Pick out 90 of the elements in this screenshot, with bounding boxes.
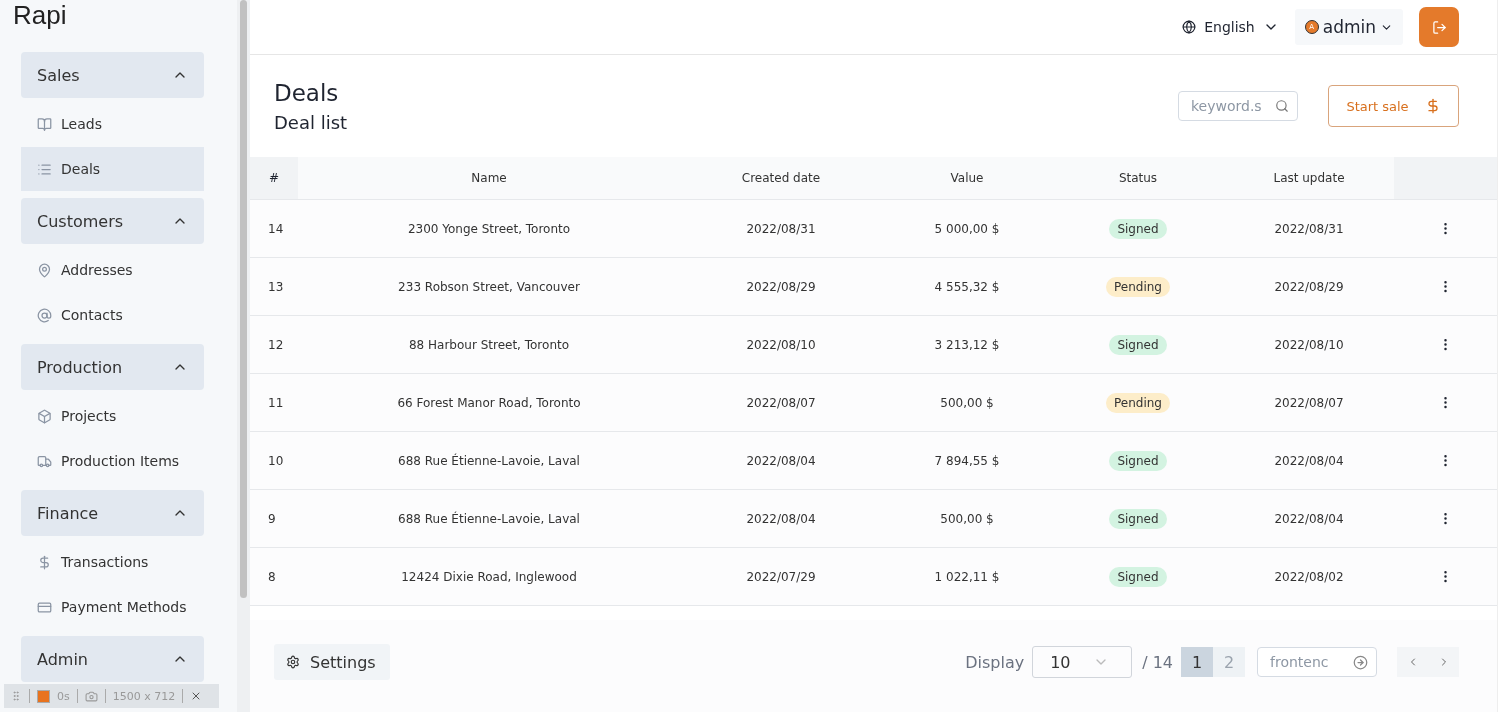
logout-button[interactable] (1419, 7, 1459, 47)
table-cell-text: 11 (267, 395, 285, 410)
table-cell-text: 2022/08/10 (745, 337, 817, 352)
sidebar-item[interactable]: Leads (21, 102, 204, 146)
table-cell-text: 7 894,55 $ (933, 453, 1001, 468)
status-badge: Signed (1109, 334, 1167, 355)
table-cell-text: 2022/08/07 (745, 395, 817, 410)
recording-size: 1500 x 712 (112, 689, 176, 703)
status-badge: Pending (1106, 392, 1170, 413)
sidebar-item[interactable]: Payment Methods (21, 585, 204, 629)
sidebar-item[interactable]: Addresses (21, 248, 204, 292)
truck-icon (37, 453, 52, 469)
table-cell-text: 500,00 $ (939, 395, 995, 410)
table-cell-text: 2022/08/04 (1273, 511, 1345, 526)
table-cell-text: 2300 Yonge Street, Toronto (406, 221, 572, 236)
status-badge: Signed (1109, 566, 1167, 587)
status-badge: Signed (1109, 218, 1167, 239)
total-count: / 14 (1142, 652, 1173, 672)
book-icon (37, 116, 52, 132)
status-badge: Pending (1106, 276, 1170, 297)
table-cell-text: 233 Robson Street, Vancouver (397, 279, 581, 294)
table-cell-text: 688 Rue Étienne-Lavoie, Laval (397, 453, 581, 468)
page-subtitle: Deal list (274, 111, 348, 133)
table-cell-text: 2022/08/31 (745, 221, 817, 236)
table-cell-text: 12 (267, 337, 285, 352)
sidebar-item[interactable]: Transactions (21, 540, 204, 584)
sidebar-item[interactable]: Projects (21, 394, 204, 438)
table-cell-text: 9 (267, 511, 277, 526)
list-icon (37, 161, 52, 177)
settings-button[interactable]: Settings (274, 644, 390, 680)
page-button[interactable]: 1 (1181, 647, 1213, 677)
goto-field[interactable]: frontenc (1257, 647, 1377, 677)
scrollbar-thumb[interactable] (240, 0, 247, 598)
table-cell-text: 2022/08/10 (1273, 337, 1345, 352)
table-cell-text: 5 000,00 $ (933, 221, 1001, 236)
table-cell-text: 2022/08/29 (745, 279, 817, 294)
sidebar-group[interactable]: Finance (21, 490, 204, 536)
card-icon (37, 599, 52, 615)
language-selector[interactable]: English (1182, 19, 1279, 35)
table-cell-text: 2022/08/04 (745, 453, 817, 468)
table-cell-text: 2022/08/04 (745, 511, 817, 526)
page-title: Deals (274, 79, 340, 106)
table-cell-text: 12424 Dixie Road, Inglewood (400, 569, 578, 584)
sidebar-item[interactable]: Production Items (21, 439, 204, 483)
status-badge: Signed (1109, 508, 1167, 529)
logout-icon (1431, 19, 1447, 35)
table-cell-text: 8 (267, 569, 277, 584)
column-header: Status (1117, 171, 1159, 185)
recording-time: 0s (57, 689, 70, 703)
table-cell-text: 2022/08/07 (1273, 395, 1345, 410)
column-header: Name (470, 171, 508, 185)
search-icon (1275, 99, 1289, 113)
table-cell-text: 1 022,11 $ (933, 569, 1001, 584)
table-cell-text: 500,00 $ (939, 511, 995, 526)
table-cell-text: 66 Forest Manor Road, Toronto (396, 395, 582, 410)
table-cell-text: 2022/07/29 (745, 569, 817, 584)
logo: Rapi (13, 0, 67, 30)
sidebar-item[interactable]: Contacts (21, 293, 204, 337)
table-cell-text: 2022/08/02 (1273, 569, 1345, 584)
page-size-select[interactable]: 10 (1032, 646, 1133, 678)
table-cell-text: 2022/08/04 (1273, 453, 1345, 468)
search-field[interactable]: keyword.s (1178, 91, 1298, 121)
table-cell-text: 688 Rue Étienne-Lavoie, Laval (397, 511, 581, 526)
table-cell-text: 3 213,12 $ (933, 337, 1001, 352)
dollar-icon (37, 554, 52, 570)
sidebar-group[interactable]: Sales (21, 52, 204, 98)
sidebar-item[interactable]: Deals (21, 147, 204, 191)
status-badge: Signed (1109, 450, 1167, 471)
table-cell-text: 13 (267, 279, 285, 294)
cube-icon (37, 408, 52, 424)
column-header: Last update (1272, 171, 1346, 185)
sidebar-group[interactable]: Production (21, 344, 204, 390)
column-header: Created date (740, 171, 822, 185)
table-cell-text: 2022/08/31 (1273, 221, 1345, 236)
at-sign-icon (37, 307, 52, 323)
table-cell-text: 88 Harbour Street, Toronto (407, 337, 571, 352)
globe-icon (1182, 20, 1197, 34)
table-cell-text: 4 555,32 $ (933, 279, 1001, 294)
table-cell-text: 14 (267, 221, 285, 236)
settings-icon (286, 655, 300, 669)
map-pin-icon (37, 262, 52, 278)
sidebar-group[interactable]: Admin (21, 636, 204, 682)
grip-icon[interactable] (10, 690, 22, 702)
arrow-right-circle-icon (1353, 655, 1368, 670)
column-header: Value (949, 171, 985, 185)
table-cell-text: 10 (267, 453, 285, 468)
sidebar-group[interactable]: Customers (21, 198, 204, 244)
table-cell-text: 2022/08/29 (1273, 279, 1345, 294)
display-label: Display (965, 652, 1025, 672)
column-header: # (250, 157, 298, 199)
